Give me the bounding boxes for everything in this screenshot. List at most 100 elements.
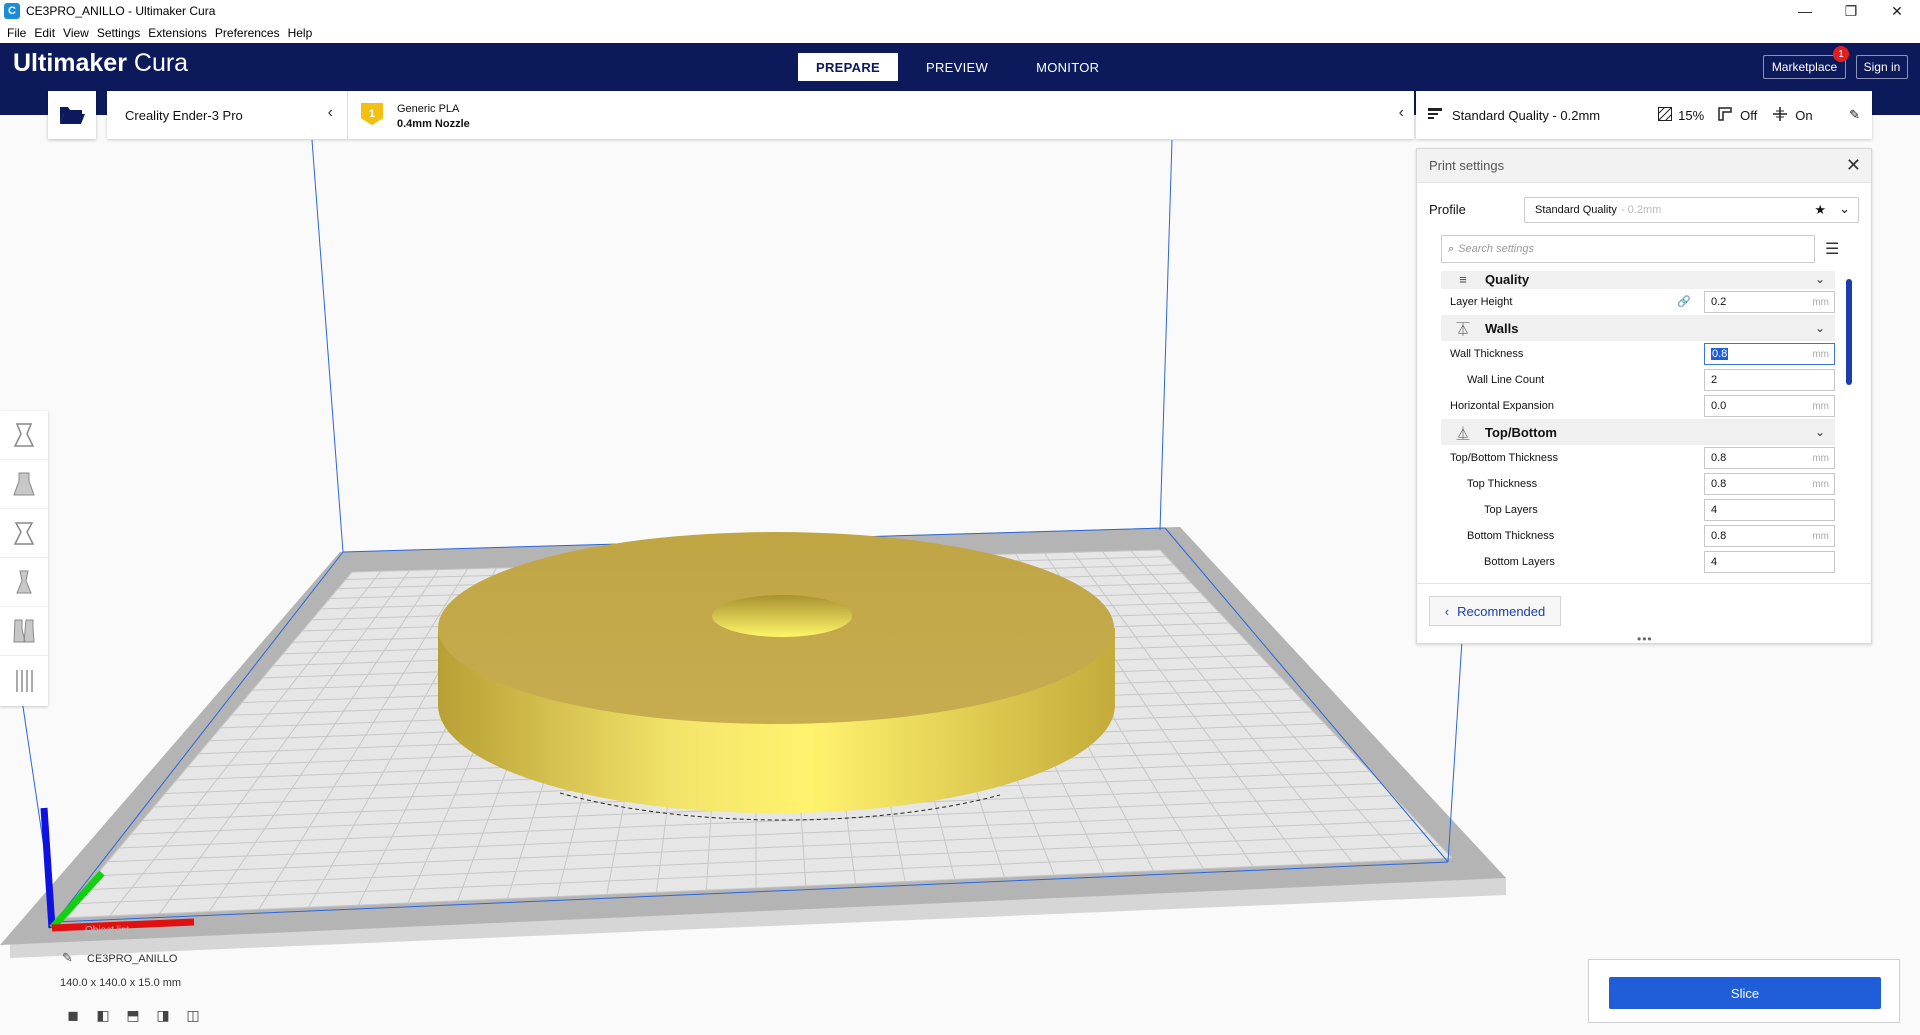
sign-in-button[interactable]: Sign in xyxy=(1856,55,1908,79)
print-settings-footer: ‹ Recommended ••• xyxy=(1417,583,1871,646)
wall-line-count-input[interactable]: 2 xyxy=(1704,369,1835,391)
search-settings-input[interactable]: ⌕ Search settings xyxy=(1441,235,1815,263)
mirror-icon xyxy=(16,570,32,594)
field-unit: mm xyxy=(1812,400,1829,412)
per-model-settings-tool[interactable] xyxy=(0,607,48,656)
field-unit: mm xyxy=(1812,348,1829,360)
extruder-badge: 1 xyxy=(361,103,383,125)
category-top-bottom[interactable]: ⏅ Top/Bottom ⌄ xyxy=(1441,419,1835,445)
object-name: CE3PRO_ANILLO xyxy=(87,953,178,965)
setting-top-layers: Top Layers 4 xyxy=(1441,497,1835,523)
layer-height-input[interactable]: 0.2 mm xyxy=(1704,291,1835,313)
search-icon: ⌕ xyxy=(1448,242,1455,255)
menu-preferences[interactable]: Preferences xyxy=(211,26,284,40)
field-unit: mm xyxy=(1812,296,1829,308)
menu-bar: File Edit View Settings Extensions Prefe… xyxy=(0,22,1920,43)
tab-prepare[interactable]: PREPARE xyxy=(798,53,898,81)
star-icon[interactable]: ★ xyxy=(1814,202,1826,218)
profile-dropdown[interactable]: Standard Quality - 0.2mm ★ ⌄ xyxy=(1524,197,1859,223)
resize-handle-icon[interactable]: ••• xyxy=(1637,632,1653,646)
setting-top-thickness: Top Thickness 0.8 mm xyxy=(1441,471,1835,497)
front-view-icon[interactable]: ◧ xyxy=(94,1006,112,1024)
top-thickness-input[interactable]: 0.8 mm xyxy=(1704,473,1835,495)
menu-help[interactable]: Help xyxy=(284,26,317,40)
maximize-button[interactable]: ❐ xyxy=(1828,0,1874,22)
print-settings-panel: Print settings ✕ Profile Standard Qualit… xyxy=(1416,148,1872,646)
wall-thickness-input[interactable]: 0.8 mm xyxy=(1704,343,1835,365)
printer-material-bar: Creality Ender-3 Pro ‹ 1 Generic PLA 0.4… xyxy=(107,91,1414,139)
mirror-tool[interactable] xyxy=(0,558,48,607)
object-list-label[interactable]: Object list xyxy=(85,925,129,936)
field-unit: mm xyxy=(1812,452,1829,464)
field-value: 0.8 xyxy=(1711,348,1729,360)
field-value: 0.8 xyxy=(1711,452,1727,464)
category-quality[interactable]: ≡ Quality ⌄ xyxy=(1441,271,1835,289)
adhesion-value: On xyxy=(1795,107,1813,123)
left-view-icon[interactable]: ◨ xyxy=(154,1006,172,1024)
top-bottom-thickness-input[interactable]: 0.8 mm xyxy=(1704,447,1835,469)
rotate-icon xyxy=(13,522,35,545)
move-tool[interactable] xyxy=(0,411,48,460)
settings-list: ≡ Quality ⌄ Layer Height 🔗 0.2 mm ⏄ Wall… xyxy=(1441,271,1835,581)
chevron-left-icon[interactable]: ‹ xyxy=(1399,104,1404,122)
camera-view-buttons: ◼ ◧ ⬒ ◨ ◫ xyxy=(64,1006,202,1024)
marketplace-button[interactable]: Marketplace 1 xyxy=(1763,46,1849,79)
open-file-button[interactable] xyxy=(48,91,96,139)
top-layers-input[interactable]: 4 xyxy=(1704,499,1835,521)
menu-file[interactable]: File xyxy=(3,26,30,40)
field-value: 4 xyxy=(1711,556,1718,568)
rotate-tool[interactable] xyxy=(0,509,48,558)
minimize-button[interactable]: — xyxy=(1782,0,1828,22)
marketplace-label: Marketplace xyxy=(1771,60,1838,74)
stage-tabs: PREPARE PREVIEW MONITOR xyxy=(798,53,1119,81)
bottom-thickness-input[interactable]: 0.8 mm xyxy=(1704,525,1835,547)
field-value: 0.2 xyxy=(1711,296,1727,308)
setting-bottom-layers: Bottom Layers 4 xyxy=(1441,549,1835,575)
3d-view-icon[interactable]: ◼ xyxy=(64,1006,82,1024)
bottom-layers-input[interactable]: 4 xyxy=(1704,551,1835,573)
print-setup-summary[interactable]: Standard Quality - 0.2mm 15% Off On ✎ xyxy=(1416,91,1872,139)
support-blocker-tool[interactable] xyxy=(0,656,48,705)
horizontal-expansion-input[interactable]: 0.0 mm xyxy=(1704,395,1835,417)
setting-label: Bottom Thickness xyxy=(1467,530,1555,542)
setting-label: Top Thickness xyxy=(1467,478,1538,490)
menu-settings[interactable]: Settings xyxy=(93,26,144,40)
pencil-icon[interactable]: ✎ xyxy=(62,950,73,966)
setting-label: Wall Line Count xyxy=(1467,374,1545,386)
chevron-down-icon: ⌄ xyxy=(1814,272,1825,286)
close-icon[interactable]: ✕ xyxy=(1846,155,1861,176)
material-name[interactable]: Generic PLA xyxy=(397,103,459,115)
tab-preview[interactable]: PREVIEW xyxy=(906,53,1008,81)
quality-icon xyxy=(1428,107,1442,123)
setting-top-bottom-thickness: Top/Bottom Thickness 0.8 mm xyxy=(1441,445,1835,471)
support-blocker-icon xyxy=(16,669,33,692)
tab-monitor[interactable]: MONITOR xyxy=(1016,53,1119,81)
field-value: 0.8 xyxy=(1711,530,1727,542)
menu-extensions[interactable]: Extensions xyxy=(144,26,211,40)
brand-bold: Ultimaker xyxy=(13,49,127,77)
slice-button[interactable]: Slice xyxy=(1609,977,1881,1009)
menu-view[interactable]: View xyxy=(59,26,93,40)
setting-label: Bottom Layers xyxy=(1484,556,1555,568)
top-view-icon[interactable]: ⬒ xyxy=(124,1006,142,1024)
pencil-icon[interactable]: ✎ xyxy=(1849,107,1860,123)
link-icon[interactable]: 🔗 xyxy=(1677,295,1691,308)
menu-edit[interactable]: Edit xyxy=(30,26,59,40)
cura-app-icon: C xyxy=(4,3,20,19)
printer-selector[interactable]: Creality Ender-3 Pro ‹ xyxy=(107,91,348,139)
nozzle-name[interactable]: 0.4mm Nozzle xyxy=(397,118,470,130)
right-view-icon[interactable]: ◫ xyxy=(184,1006,202,1024)
hamburger-menu-icon[interactable]: ☰ xyxy=(1825,239,1839,259)
quality-profile: Standard Quality - 0.2mm xyxy=(1452,107,1601,123)
print-settings-title: Print settings xyxy=(1429,158,1505,173)
support-value: Off xyxy=(1740,107,1758,123)
close-window-button[interactable]: ✕ xyxy=(1874,0,1920,22)
window-titlebar: C CE3PRO_ANILLO - Ultimaker Cura — ❐ ✕ xyxy=(0,0,1920,22)
settings-scrollbar[interactable] xyxy=(1846,279,1852,385)
scale-tool[interactable] xyxy=(0,460,48,509)
recommended-label: Recommended xyxy=(1457,603,1546,619)
category-walls[interactable]: ⏄ Walls ⌄ xyxy=(1441,315,1835,341)
setting-label: Top/Bottom Thickness xyxy=(1450,452,1559,464)
infill-value: 15% xyxy=(1678,107,1705,123)
recommended-button[interactable]: ‹ Recommended xyxy=(1429,596,1561,626)
